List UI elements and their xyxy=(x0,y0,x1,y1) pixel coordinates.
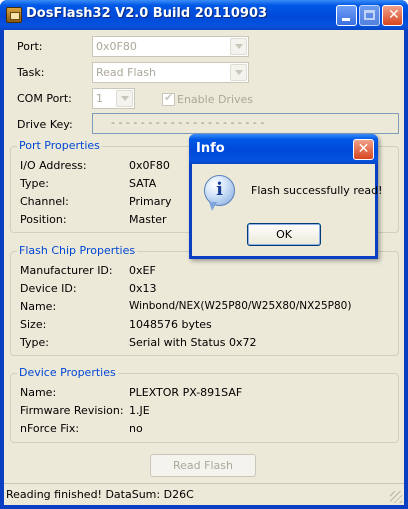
ok-button[interactable]: OK xyxy=(247,223,321,246)
io-address-label: I/O Address: xyxy=(20,159,87,172)
drive-key-label: Drive Key: xyxy=(17,118,73,131)
information-icon: i xyxy=(204,175,235,211)
device-id-label: Device ID: xyxy=(20,282,77,295)
status-bar: Reading finished! DataSum: D26C xyxy=(4,483,404,505)
position-label: Position: xyxy=(20,213,67,226)
flash-chip-properties-title: Flash Chip Properties xyxy=(17,244,138,257)
read-flash-button[interactable]: Read Flash xyxy=(150,454,256,477)
task-dropdown-button[interactable] xyxy=(230,64,247,81)
app-icon xyxy=(6,7,22,23)
dialog-close-button[interactable]: ✕ xyxy=(353,139,374,160)
chevron-down-icon xyxy=(121,96,129,101)
port-value: 0x0F80 xyxy=(96,40,137,53)
chip-type-label: Type: xyxy=(20,336,49,349)
info-dialog: Info ✕ i Flash successfully read! OK xyxy=(189,134,383,259)
firmware-revision-value: 1.JE xyxy=(129,404,150,417)
device-properties-group: Device Properties Name: PLEXTOR PX-891SA… xyxy=(10,366,399,443)
chip-size-value: 1048576 bytes xyxy=(129,318,212,331)
dialog-message: Flash successfully read! xyxy=(251,184,383,197)
manufacturer-id-value: 0xEF xyxy=(129,264,156,277)
position-value: Master xyxy=(129,213,167,226)
drive-key-field[interactable]: - - - - - - - - - - - - - - - - - - - - … xyxy=(92,113,399,134)
chevron-down-icon xyxy=(235,70,243,75)
port-type-value: SATA xyxy=(129,177,157,190)
com-port-label: COM Port: xyxy=(17,92,72,105)
com-port-dropdown-button[interactable] xyxy=(116,90,133,107)
com-port-select[interactable]: 1 xyxy=(92,88,135,109)
status-text: Reading finished! DataSum: D26C xyxy=(6,488,194,501)
io-address-value: 0x0F80 xyxy=(129,159,170,172)
maximize-icon xyxy=(364,10,375,20)
close-icon: ✕ xyxy=(357,141,370,157)
close-icon: ✕ xyxy=(388,7,400,23)
maximize-button[interactable] xyxy=(359,5,380,26)
resize-grip[interactable] xyxy=(390,491,402,503)
chip-size-label: Size: xyxy=(20,318,47,331)
flash-chip-properties-group: Flash Chip Properties Manufacturer ID: 0… xyxy=(10,244,399,356)
channel-value: Primary xyxy=(129,195,172,208)
minimize-button[interactable] xyxy=(336,5,357,26)
task-label: Task: xyxy=(17,66,45,79)
port-select[interactable]: 0x0F80 xyxy=(92,36,249,57)
close-button[interactable]: ✕ xyxy=(382,5,403,26)
dialog-body: i Flash successfully read! OK xyxy=(192,164,383,256)
checkmark-icon: ✔ xyxy=(164,91,174,104)
enable-drives-label: Enable Drives xyxy=(177,93,254,106)
port-label: Port: xyxy=(17,40,43,53)
dialog-title: Info xyxy=(196,141,225,156)
task-value: Read Flash xyxy=(96,66,156,79)
device-id-value: 0x13 xyxy=(129,282,157,295)
title-bar[interactable]: DosFlash32 V2.0 Build 20110903 ✕ xyxy=(0,0,408,30)
window-title: DosFlash32 V2.0 Build 20110903 xyxy=(26,6,268,21)
chip-name-label: Name: xyxy=(20,300,57,313)
task-select[interactable]: Read Flash xyxy=(92,62,249,83)
chip-type-value: Serial with Status 0x72 xyxy=(129,336,257,349)
com-port-value: 1 xyxy=(96,92,103,105)
firmware-revision-label: Firmware Revision: xyxy=(20,404,124,417)
port-dropdown-button[interactable] xyxy=(230,38,247,55)
chip-name-value: Winbond/NEX(W25P80/W25X80/NX25P80) xyxy=(129,300,352,312)
device-name-label: Name: xyxy=(20,386,57,399)
minimize-icon xyxy=(342,18,350,21)
dialog-title-bar[interactable]: Info ✕ xyxy=(189,134,378,164)
chevron-down-icon xyxy=(235,44,243,49)
enable-drives-checkbox[interactable]: ✔ xyxy=(162,91,175,106)
device-name-value: PLEXTOR PX-891SAF xyxy=(129,386,243,399)
nforce-fix-value: no xyxy=(129,422,143,435)
device-properties-title: Device Properties xyxy=(17,366,118,379)
port-type-label: Type: xyxy=(20,177,49,190)
channel-label: Channel: xyxy=(20,195,69,208)
manufacturer-id-label: Manufacturer ID: xyxy=(20,264,113,277)
port-properties-title: Port Properties xyxy=(17,139,102,152)
drive-key-value: - - - - - - - - - - - - - - - - - - - - … xyxy=(111,116,265,129)
client-area: Port: 0x0F80 Task: Read Flash COM Port: … xyxy=(4,30,404,505)
nforce-fix-label: nForce Fix: xyxy=(20,422,80,435)
